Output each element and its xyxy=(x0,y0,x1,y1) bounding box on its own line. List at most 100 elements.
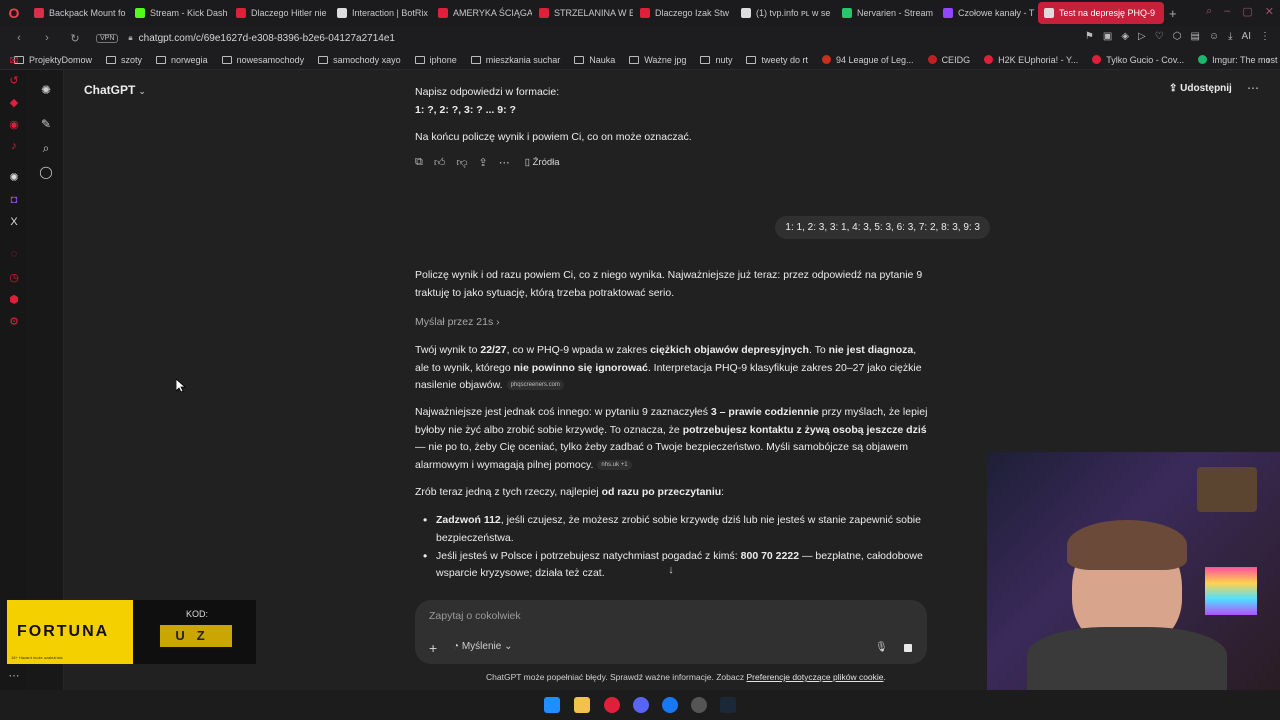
cookie-preferences-link[interactable]: Preferencje dotyczące plików cookie xyxy=(747,672,884,682)
thought-toggle[interactable]: Myślał przez 21s › xyxy=(415,316,500,328)
more-options-icon[interactable]: ⋯ xyxy=(1247,81,1259,95)
source-chip[interactable]: nhs.uk +1 xyxy=(597,459,632,470)
more-sidebar-icon[interactable]: ⋯ xyxy=(8,670,20,682)
mail-icon[interactable]: ✉ xyxy=(8,55,20,67)
bookmark-item[interactable]: Nauka xyxy=(574,55,615,65)
microphone-icon[interactable]: 🎙︎ xyxy=(875,642,888,653)
bookmark-item[interactable]: Tylko Gucio - Cov... xyxy=(1092,55,1184,65)
code-label: KOD: xyxy=(186,609,209,619)
new-chat-icon[interactable]: ✎ xyxy=(39,117,53,131)
file-explorer-icon[interactable] xyxy=(574,697,590,713)
url-field[interactable]: chatgpt.com/c/69e1627d-e308-8396-b2e6-04… xyxy=(139,33,395,44)
browser-tab[interactable]: Stream - Kick Dash xyxy=(129,2,229,24)
bookmark-item[interactable]: tweety do rt xyxy=(746,55,808,65)
copy-icon[interactable]: ⧉ xyxy=(415,156,423,169)
browser-tab[interactable]: STRZELANINA W E xyxy=(533,2,633,24)
fortuna-logo: FORTUNA xyxy=(17,623,110,640)
share-message-icon[interactable]: ⇪ xyxy=(479,156,488,169)
browser-tab[interactable]: Dlaczego Izak Stw xyxy=(634,2,734,24)
snapshot-icon[interactable]: ▣ xyxy=(1103,31,1112,42)
thinking-mode-button[interactable]: ◔ Myślenie ⌄ xyxy=(453,641,512,652)
close-window-icon[interactable]: ✕ xyxy=(1265,5,1274,18)
thumbs-down-icon[interactable]: 👎︎ xyxy=(456,156,467,169)
obs-icon[interactable] xyxy=(691,697,707,713)
browser-tab[interactable]: (1) tvp.info ᴘʟ w se xyxy=(735,2,835,24)
plus-icon[interactable]: + xyxy=(429,640,437,656)
browser-tab[interactable]: Czołowe kanały - T xyxy=(937,2,1037,24)
more-actions-icon[interactable]: ⋯ xyxy=(499,156,510,169)
sources-button[interactable]: ▯ Źródła xyxy=(525,157,560,168)
music-icon[interactable]: ♪ xyxy=(8,140,20,152)
tab-title: Stream - Kick Dash xyxy=(150,8,228,18)
profile-icon[interactable]: ☺ xyxy=(1209,31,1219,42)
bookmark-item[interactable]: Ważne jpg xyxy=(629,55,686,65)
prev-line-3: Na końcu policzę wynik i powiem Ci, co o… xyxy=(415,131,692,143)
model-selector[interactable]: ChatGPT ⌄ xyxy=(84,83,145,97)
browser-tab[interactable]: Backpack Mount fo xyxy=(28,2,128,24)
discord-icon[interactable] xyxy=(633,697,649,713)
messenger-taskbar-icon[interactable] xyxy=(662,697,678,713)
bookmark-item[interactable]: nowesamochody xyxy=(221,55,304,65)
search-icon[interactable]: ⌕ xyxy=(39,141,53,155)
settings-icon[interactable]: ⚙ xyxy=(8,316,20,328)
ai-button[interactable]: AI xyxy=(1242,31,1251,42)
chatgpt-sidebar-icon[interactable]: ✺ xyxy=(8,172,20,184)
browser-tab[interactable]: Nervarien - Stream xyxy=(836,2,936,24)
chats-icon[interactable]: ◯ xyxy=(39,165,53,179)
share-button[interactable]: ⇪ Udostępnij xyxy=(1169,83,1232,94)
bookmark-icon[interactable]: ⚑ xyxy=(1085,31,1094,42)
wallet-icon[interactable]: ▤ xyxy=(1190,31,1199,42)
chevron-down-icon: ⌄ xyxy=(504,641,513,652)
opera-logo-icon[interactable]: O xyxy=(0,0,28,26)
back-icon[interactable]: ‹ xyxy=(10,32,28,44)
minimize-icon[interactable]: – xyxy=(1224,5,1230,18)
maximize-icon[interactable]: ▢ xyxy=(1242,5,1252,18)
bookmark-item[interactable]: H2K EUphoria! - Y... xyxy=(984,55,1078,65)
play-icon[interactable]: ▷ xyxy=(1138,31,1146,42)
stop-button[interactable] xyxy=(899,639,917,657)
browser-tab[interactable]: Test na depresję PHQ-9 xyxy=(1038,2,1164,24)
browser-tab[interactable]: Interaction | BotRix xyxy=(331,2,431,24)
bookmark-item[interactable]: norwegia xyxy=(156,55,208,65)
bookmark-item[interactable]: nuty xyxy=(700,55,732,65)
steam-icon[interactable] xyxy=(720,697,736,713)
history-icon[interactable]: ↺ xyxy=(8,75,20,87)
reply-paragraph-3: Najważniejsze jest jednak coś innego: w … xyxy=(415,406,928,471)
bookmark-item[interactable]: 94 League of Leg... xyxy=(821,55,914,65)
bookmark-label: Ważne jpg xyxy=(644,54,687,65)
browser-tab[interactable]: AMERYKA ŚCIĄGA xyxy=(432,2,532,24)
openai-logo-icon[interactable]: ✺ xyxy=(39,83,53,97)
source-chip[interactable]: phqscreeners.com xyxy=(506,380,564,391)
windows-start-icon[interactable] xyxy=(544,697,560,713)
cube-icon[interactable]: ⬢ xyxy=(8,294,20,306)
bookmark-item[interactable]: CEIDG xyxy=(927,55,970,65)
opera-taskbar-icon[interactable] xyxy=(604,697,620,713)
bag-icon[interactable]: ◆ xyxy=(8,97,20,109)
browser-tab[interactable]: Dlaczego Hitler nie xyxy=(230,2,330,24)
forward-icon[interactable]: › xyxy=(38,32,56,44)
vpn-badge[interactable]: VPN xyxy=(96,33,119,43)
bookmark-item[interactable]: mieszkania suchar xyxy=(470,55,560,65)
bookmark-item[interactable]: iphone xyxy=(414,55,457,65)
menu-icon[interactable]: ⋮ xyxy=(1260,31,1270,42)
messenger-icon[interactable]: ◉ xyxy=(8,119,20,131)
scroll-down-icon[interactable]: ↓ xyxy=(664,564,678,578)
extensions-icon[interactable]: ⬡ xyxy=(1173,31,1182,42)
new-tab-icon[interactable]: + xyxy=(1169,6,1177,21)
prompt-input[interactable] xyxy=(429,610,899,622)
bookmark-item[interactable]: samochody xayo xyxy=(318,55,401,65)
bookmarks-overflow-icon[interactable]: › xyxy=(1267,55,1270,65)
bookmark-item[interactable]: szoty xyxy=(106,55,142,65)
reload-sidebar-icon[interactable]: ◌ xyxy=(8,248,20,260)
x-icon[interactable]: X xyxy=(8,216,20,228)
thumbs-up-icon[interactable]: 👍︎ xyxy=(434,156,446,169)
heart-icon[interactable]: ♡ xyxy=(1155,31,1164,42)
bookmark-item[interactable]: ProjektyDomow xyxy=(14,55,92,65)
reload-icon[interactable]: ↻ xyxy=(66,32,84,45)
download-icon[interactable]: ⤓ xyxy=(1228,31,1232,42)
clock-icon[interactable]: ◷ xyxy=(8,272,20,284)
shield-icon[interactable]: ◈ xyxy=(1121,31,1129,42)
twitch-icon[interactable]: ◘ xyxy=(8,194,20,206)
tab-favicon-icon xyxy=(640,8,650,18)
search-tabs-icon[interactable]: ⌕ xyxy=(1206,5,1212,18)
